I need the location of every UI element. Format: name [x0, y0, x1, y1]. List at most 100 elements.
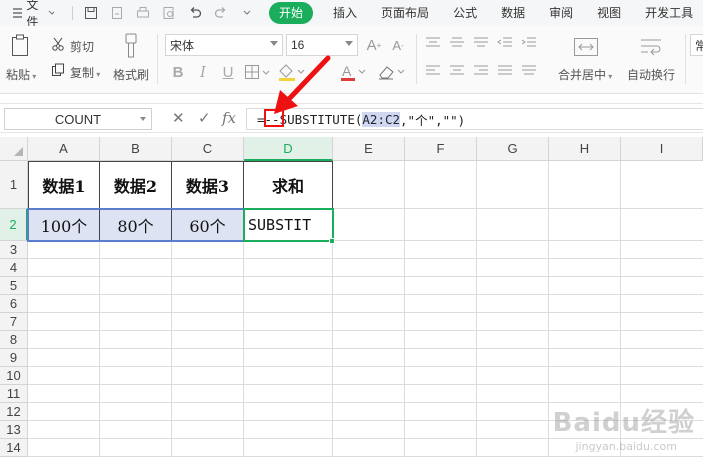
watermark-url: jingyan.baidu.com — [575, 440, 677, 453]
align-top-icon[interactable] — [424, 36, 442, 50]
tab-home[interactable]: 开始 — [269, 2, 314, 24]
column-header-h[interactable]: H — [549, 137, 621, 161]
fill-handle[interactable] — [329, 238, 335, 244]
row-header-9[interactable]: 9 — [0, 349, 28, 367]
align-left-icon[interactable] — [424, 64, 442, 78]
font-color-icon[interactable]: A — [340, 62, 368, 82]
save-icon[interactable] — [79, 2, 103, 24]
row-header-10[interactable]: 10 — [0, 367, 28, 385]
row-header-6[interactable]: 6 — [0, 295, 28, 313]
cell-c1[interactable]: 数据3 — [172, 161, 244, 209]
underline-icon[interactable]: U — [218, 62, 238, 82]
cell-b1[interactable]: 数据2 — [100, 161, 172, 209]
wrap-text-icon — [638, 36, 666, 58]
font-size-value: 16 — [291, 38, 305, 52]
align-middle-icon[interactable] — [448, 36, 466, 50]
tab-data[interactable]: 数据 — [489, 2, 537, 24]
ribbon-toolbar: 粘贴 ▾ 剪切 复制 ▾ 格式刷 宋体 16 A + A- B I U A 合并… — [0, 26, 703, 94]
undo-icon[interactable] — [183, 2, 207, 24]
tab-review[interactable]: 审阅 — [537, 2, 585, 24]
export-pdf-icon[interactable] — [105, 2, 129, 24]
row-header-12[interactable]: 12 — [0, 403, 28, 421]
more-chevron-icon[interactable] — [235, 2, 259, 24]
column-header-f[interactable]: F — [405, 137, 477, 161]
divider — [72, 6, 74, 20]
confirm-icon[interactable]: ✓ — [198, 109, 211, 127]
column-header-i[interactable]: I — [621, 137, 703, 161]
indent-increase-icon[interactable] — [520, 36, 538, 50]
cut-button[interactable]: 剪切 — [70, 38, 94, 55]
row-header-14[interactable]: 14 — [0, 439, 28, 457]
row-header-8[interactable]: 8 — [0, 331, 28, 349]
borders-icon[interactable] — [243, 62, 271, 82]
merge-center-button[interactable]: 合并居中 ▾ — [558, 66, 612, 83]
tab-formulas[interactable]: 公式 — [441, 2, 489, 24]
copy-icon — [50, 62, 66, 78]
align-bottom-icon[interactable] — [472, 36, 490, 50]
tab-insert[interactable]: 插入 — [321, 2, 369, 24]
cell-d1[interactable]: 求和 — [244, 161, 333, 209]
divider — [416, 34, 417, 84]
justify-icon[interactable] — [496, 64, 514, 78]
cell-d2-editing[interactable]: SUBSTIT — [244, 209, 333, 241]
column-header-d[interactable]: D — [244, 137, 333, 161]
row-header-4[interactable]: 4 — [0, 259, 28, 277]
paste-icon[interactable] — [8, 32, 32, 58]
row-header-1[interactable]: 1 — [0, 161, 28, 209]
formula-rest: ,"个","") — [400, 112, 466, 128]
divider — [157, 34, 158, 84]
font-name-select[interactable]: 宋体 — [165, 34, 283, 56]
divider — [685, 34, 686, 84]
cell-c2[interactable]: 60个 — [172, 209, 244, 241]
column-header-g[interactable]: G — [477, 137, 549, 161]
number-format-value: 常 — [695, 38, 703, 53]
row-header-7[interactable]: 7 — [0, 313, 28, 331]
formula-bar: COUNT ✕ ✓ fx = -- SUBSTITUTE(A2:C2 ,"个","") — [0, 103, 703, 133]
cell-a1[interactable]: 数据1 — [28, 161, 100, 209]
menu-bar: 文件 开始 插入 页面布局 公式 数据 审阅 视图 开发工具 — [0, 0, 703, 29]
quick-access-toolbar — [62, 2, 259, 24]
row-header-11[interactable]: 11 — [0, 385, 28, 403]
paste-button[interactable]: 粘贴 ▾ — [6, 66, 36, 83]
align-center-icon[interactable] — [448, 64, 466, 78]
clear-format-icon[interactable] — [376, 62, 408, 82]
row-header-13[interactable]: 13 — [0, 421, 28, 439]
print-preview-icon[interactable] — [157, 2, 181, 24]
chevron-down-icon — [48, 10, 54, 15]
print-icon[interactable] — [131, 2, 155, 24]
wrap-text-button[interactable]: 自动换行 — [627, 66, 675, 83]
name-box[interactable]: COUNT — [4, 108, 152, 130]
formula-range-ref: A2:C2 — [362, 111, 401, 127]
spreadsheet-grid: A B C D E F G H I 1 2 3 4 5 6 7 8 9 10 1… — [0, 137, 703, 457]
column-header-b[interactable]: B — [100, 137, 172, 161]
tab-view[interactable]: 视图 — [585, 2, 633, 24]
row-header-5[interactable]: 5 — [0, 277, 28, 295]
bold-icon[interactable]: B — [168, 62, 188, 82]
align-right-icon[interactable] — [472, 64, 490, 78]
column-header-a[interactable]: A — [28, 137, 100, 161]
redo-icon[interactable] — [209, 2, 233, 24]
spreadsheet-app: 文件 开始 插入 页面布局 公式 数据 审阅 视图 开发工具 粘贴 ▾ 剪切 复… — [0, 0, 703, 457]
cancel-icon[interactable]: ✕ — [172, 109, 185, 127]
italic-icon[interactable]: I — [193, 62, 213, 82]
increase-font-size-icon[interactable]: A + — [364, 35, 384, 55]
tab-page-layout[interactable]: 页面布局 — [369, 2, 441, 24]
svg-text:A: A — [342, 63, 352, 79]
copy-button[interactable]: 复制 ▾ — [70, 64, 100, 81]
column-header-c[interactable]: C — [172, 137, 244, 161]
row-header-2[interactable]: 2 — [0, 209, 28, 241]
cell-b2[interactable]: 80个 — [100, 209, 172, 241]
tab-developer[interactable]: 开发工具 — [633, 2, 703, 24]
select-all-button[interactable] — [0, 137, 28, 161]
insert-function-icon[interactable]: fx — [222, 109, 236, 127]
number-format-select[interactable]: 常 — [690, 34, 703, 56]
format-painter-button[interactable]: 格式刷 — [113, 66, 149, 83]
font-name-value: 宋体 — [170, 38, 195, 53]
column-header-e[interactable]: E — [333, 137, 405, 161]
row-header-3[interactable]: 3 — [0, 241, 28, 259]
indent-decrease-icon[interactable] — [496, 36, 514, 50]
cell-a2[interactable]: 100个 — [28, 209, 100, 241]
distributed-align-icon[interactable] — [520, 64, 538, 78]
decrease-font-size-icon[interactable]: A- — [388, 35, 408, 55]
merge-center-icon — [572, 36, 600, 58]
